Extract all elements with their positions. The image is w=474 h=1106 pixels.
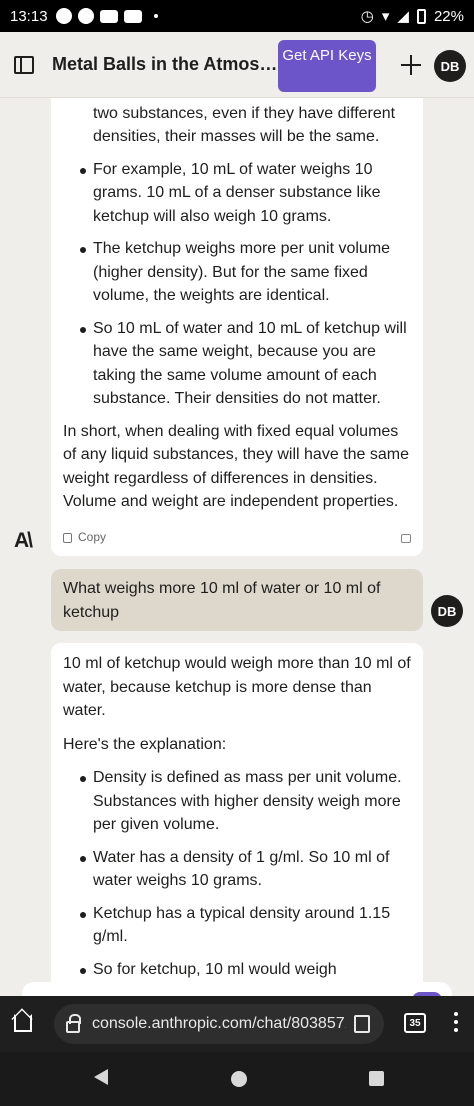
reader-mode-icon[interactable] [354,1015,370,1033]
notification-icon [77,8,94,24]
get-api-keys-button[interactable]: Get API Keys [278,40,376,92]
home-circle-icon[interactable] [231,1071,247,1087]
wifi-icon: ▾ [381,8,390,25]
list-item: Water has a density of 1 g/ml. So 10 ml … [63,846,411,893]
new-chat-plus-icon[interactable] [400,54,422,76]
list-item: So 10 mL of water and 10 mL of ketchup w… [63,317,411,411]
alarm-icon: ◷ [360,8,374,25]
bullet-list: Density is defined as mass per unit volu… [63,766,411,996]
signal-icon: ◢ [397,8,409,25]
system-nav-bar [0,1052,474,1106]
user-avatar-message: DB [431,595,463,627]
list-item: The ketchup weighs more per unit volume … [63,237,411,308]
chat-area[interactable]: When you take the same volume amount of … [0,98,474,996]
bullet-list: When you take the same volume amount of … [63,98,411,411]
intro-text: 10 ml of ketchup would weigh more than 1… [63,655,411,719]
url-text[interactable]: console.anthropic.com/chat/80385718 [92,1015,346,1033]
battery-icon [416,8,426,24]
app-header: Metal Balls in the Atmosph… Get API Keys… [0,32,474,98]
list-item: Ketchup has a typical density around 1.1… [63,902,411,949]
claude-logo: A\ [14,529,33,552]
sidebar-toggle-icon[interactable] [14,56,34,74]
list-item: For example, 10 mL of water weighs 10 gr… [63,158,411,229]
recent-apps-icon[interactable] [369,1071,384,1086]
more-notifications-icon [153,14,158,18]
list-item: Density is defined as mass per unit volu… [63,766,411,837]
battery-percent: 22% [433,7,464,25]
assistant-message: When you take the same volume amount of … [51,98,423,556]
assistant-message: 10 ml of ketchup would weigh more than 1… [51,643,423,996]
browser-toolbar: console.anthropic.com/chat/80385718 35 [0,996,474,1052]
youtube-icon [99,9,118,23]
menu-icon[interactable] [454,1012,458,1034]
lock-icon[interactable] [66,1014,81,1033]
whatsapp-icon [55,8,72,24]
tabs-button[interactable]: 35 [404,1013,426,1033]
user-avatar[interactable]: DB [434,50,466,82]
chat-title[interactable]: Metal Balls in the Atmosph… [52,54,280,75]
address-bar[interactable]: console.anthropic.com/chat/80385718 [54,1004,384,1044]
explanation-header: Here's the explanation: [63,735,227,753]
user-message: What weighs more 10 ml of water or 10 ml… [51,569,423,631]
back-icon[interactable] [94,1069,108,1085]
feedback-icon[interactable] [401,533,411,543]
summary-text: In short, when dealing with fixed equal … [63,422,409,511]
status-bar: 13:13 ◷ ▾ ◢ 22% [0,0,474,32]
message-actions: Copy [63,530,411,546]
youtube-icon-2 [123,9,142,23]
copy-icon[interactable] [63,533,72,543]
home-icon[interactable] [14,1014,32,1032]
copy-button[interactable]: Copy [78,526,106,550]
list-item: When you take the same volume amount of … [63,98,411,149]
status-time: 13:13 [10,7,48,25]
